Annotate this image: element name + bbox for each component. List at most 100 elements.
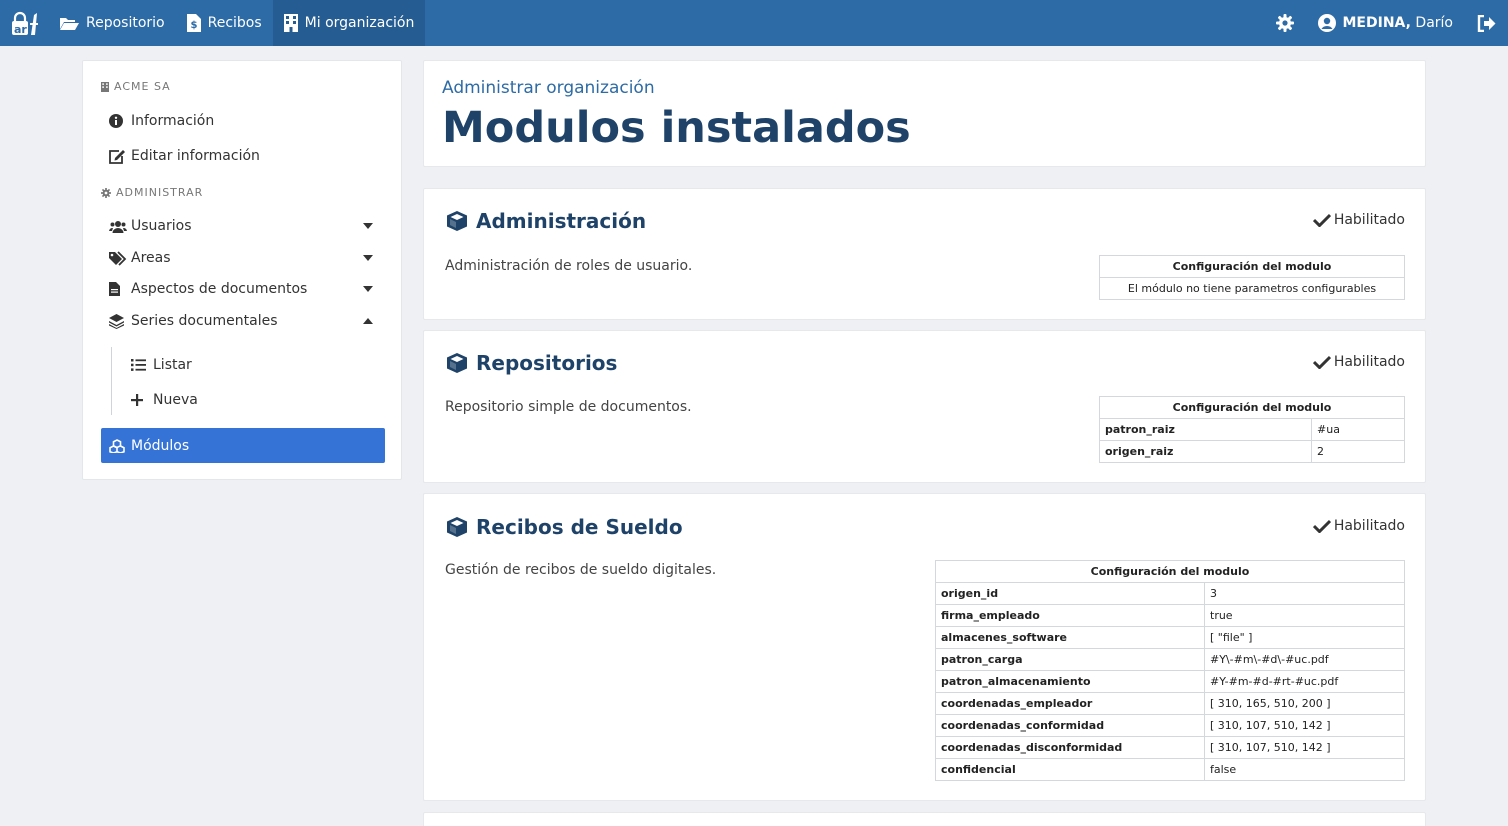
sidebar-item-modulos-label: Módulos xyxy=(131,437,190,454)
module-config-table: Configuración del modulo El módulo no ti… xyxy=(1099,255,1405,300)
submenu-line xyxy=(111,347,112,415)
config-value: 2 xyxy=(1311,440,1405,463)
caret-down-icon xyxy=(363,255,385,261)
module-card-next xyxy=(423,812,1426,826)
module-name: Recibos de Sueldo xyxy=(476,515,683,539)
module-title: Administración xyxy=(446,209,646,233)
layer-group-icon xyxy=(109,313,131,329)
caret-up-icon xyxy=(363,318,385,324)
building-icon xyxy=(101,81,109,92)
sidebar-item-areas[interactable]: Areas xyxy=(109,243,385,273)
list-icon xyxy=(131,359,153,371)
cog-icon xyxy=(101,187,111,198)
sidebar-item-nueva[interactable]: Nueva xyxy=(131,385,385,415)
check-icon xyxy=(1312,355,1331,369)
building-icon xyxy=(283,14,298,32)
page-header-card: Administrar organización Modulos instala… xyxy=(423,60,1426,167)
cube-icon xyxy=(446,210,468,232)
config-key: patron_carga xyxy=(935,648,1205,671)
nav-recibos-label: Recibos xyxy=(207,15,262,31)
table-row: coordenadas_disconformidad[ 310, 107, 51… xyxy=(935,736,1405,759)
module-name: Repositorios xyxy=(476,351,618,375)
module-card-administracion: Administración Habilitado Administración… xyxy=(423,188,1426,320)
module-description: Gestión de recibos de sueldo digitales. xyxy=(445,562,717,578)
nav-recibos[interactable]: $ Recibos xyxy=(176,0,273,46)
config-value: #ua xyxy=(1311,418,1405,441)
config-table-header: Configuración del modulo xyxy=(1099,396,1405,419)
config-key: coordenadas_empleador xyxy=(935,692,1205,715)
sidebar-item-aspectos[interactable]: Aspectos de documentos xyxy=(109,274,385,304)
module-card-recibos: Recibos de Sueldo Habilitado Gestión de … xyxy=(423,493,1426,801)
nav-repositorio[interactable]: Repositorio xyxy=(48,0,176,46)
config-value: [ 310, 107, 510, 142 ] xyxy=(1204,736,1405,759)
svg-text:ar: ar xyxy=(14,23,27,36)
table-row: almacenes_software[ "file" ] xyxy=(935,626,1405,649)
sidebar-item-nueva-label: Nueva xyxy=(153,392,198,408)
folder-open-icon xyxy=(59,16,79,31)
user-firstname: Darío xyxy=(1410,15,1453,31)
sidebar-item-informacion[interactable]: Información xyxy=(109,106,385,136)
plus-icon xyxy=(131,394,153,406)
table-row: patron_almacenamiento #Y-#m-#d-#rt-#uc.pd… xyxy=(935,670,1405,693)
sidebar: ACME SA Información Editar información A… xyxy=(82,60,402,480)
settings-button[interactable] xyxy=(1264,0,1306,46)
sidebar-item-areas-label: Areas xyxy=(131,250,171,266)
module-status: Habilitado xyxy=(1312,354,1405,370)
sidebar-item-editar-informacion[interactable]: Editar información xyxy=(109,141,385,171)
file-invoice-dollar-icon: $ xyxy=(186,14,201,32)
table-row: coordenadas_empleador[ 310, 165, 510, 20… xyxy=(935,692,1405,715)
sidebar-admin-header: ADMINISTRAR xyxy=(101,186,203,199)
config-value: #Y-#m-#d-#rt-#uc.pdf xyxy=(1204,670,1405,693)
nav-mi-organizacion[interactable]: Mi organización xyxy=(272,0,426,46)
nav-repositorio-label: Repositorio xyxy=(86,15,165,31)
info-circle-icon xyxy=(109,114,131,128)
sidebar-org-header: ACME SA xyxy=(101,80,171,93)
config-key: firma_empleado xyxy=(935,604,1205,627)
config-key: patron_almacenamiento xyxy=(935,670,1205,693)
edit-icon xyxy=(109,149,131,164)
config-value: 3 xyxy=(1204,582,1405,605)
module-title: Repositorios xyxy=(446,351,617,375)
table-row: patron_carga #Y\-#m\-#d\-#uc.pdf xyxy=(935,648,1405,671)
table-row: patron_raiz #ua xyxy=(1099,418,1405,441)
check-icon xyxy=(1312,519,1331,533)
config-table-header: Configuración del modulo xyxy=(1099,255,1405,278)
config-key: coordenadas_disconformidad xyxy=(935,736,1205,759)
user-menu[interactable]: MEDINA, Darío xyxy=(1306,0,1466,46)
brand-logo[interactable]: ar xyxy=(0,0,48,46)
sidebar-item-aspectos-label: Aspectos de documentos xyxy=(131,281,308,297)
gear-icon xyxy=(1275,14,1294,32)
module-card-repositorios: Repositorios Habilitado Repositorio simp… xyxy=(423,330,1426,483)
cubes-icon xyxy=(109,438,131,453)
check-icon xyxy=(1312,213,1331,227)
sidebar-item-listar[interactable]: Listar xyxy=(131,350,385,380)
sidebar-item-modulos[interactable]: Módulos xyxy=(101,428,385,463)
page-title: Modulos instalados xyxy=(442,103,911,153)
users-icon xyxy=(109,220,131,233)
config-empty-message: El módulo no tiene parametros configurab… xyxy=(1099,277,1405,300)
config-value: false xyxy=(1204,758,1405,781)
sidebar-item-usuarios[interactable]: Usuarios xyxy=(109,211,385,241)
sidebar-item-series-documentales[interactable]: Series documentales xyxy=(109,306,385,336)
module-config-table: Configuración del modulo origen_id 3 firm… xyxy=(935,560,1405,781)
config-key: almacenes_software xyxy=(935,626,1205,649)
svg-text:$: $ xyxy=(190,20,197,31)
module-name: Administración xyxy=(476,209,647,233)
sidebar-item-listar-label: Listar xyxy=(153,357,192,373)
sidebar-admin-label: ADMINISTRAR xyxy=(116,186,204,199)
cube-icon xyxy=(446,352,468,374)
config-value: #Y\-#m\-#d\-#uc.pdf xyxy=(1204,648,1405,671)
config-value: [ "file" ] xyxy=(1204,626,1405,649)
logout-button[interactable] xyxy=(1465,0,1508,46)
config-value: [ 310, 165, 510, 200 ] xyxy=(1204,692,1405,715)
config-key: confidencial xyxy=(935,758,1205,781)
caret-down-icon xyxy=(363,286,385,292)
config-table-header: Configuración del modulo xyxy=(935,560,1405,583)
sidebar-item-usuarios-label: Usuarios xyxy=(131,218,192,234)
nav-mi-organizacion-label: Mi organización xyxy=(304,15,415,31)
file-alt-icon xyxy=(109,282,131,296)
table-row: firma_empleado true xyxy=(935,604,1405,627)
module-title: Recibos de Sueldo xyxy=(446,515,683,539)
module-config-table: Configuración del modulo patron_raiz #ua… xyxy=(1099,396,1405,463)
config-value: [ 310, 107, 510, 142 ] xyxy=(1204,714,1405,737)
